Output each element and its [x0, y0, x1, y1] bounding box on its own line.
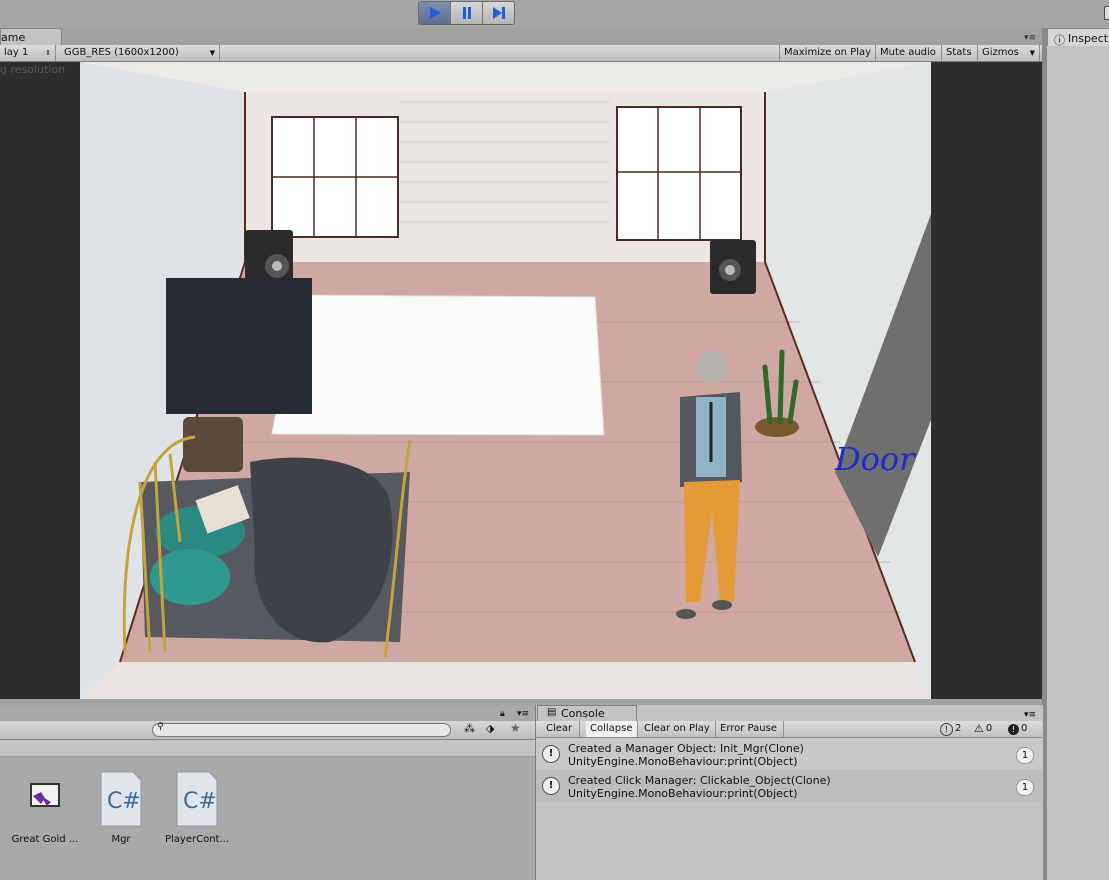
tab-console-label: Console — [561, 707, 605, 720]
filter-label-icon[interactable]: ⬗ — [486, 722, 494, 735]
console-log-entry[interactable]: ! Created a Manager Object: Init_Mgr(Clo… — [536, 738, 1042, 770]
log-message: Created Click Manager: Clickable_Object(… — [568, 774, 831, 787]
tab-game-label: ame — [1, 31, 26, 44]
filter-type-icon[interactable]: ⁂ — [464, 722, 475, 735]
chevron-down-icon: ▼ — [209, 49, 215, 57]
gizmos-dropdown[interactable]: Gizmos ▼ — [978, 45, 1040, 61]
svg-text:C#: C# — [183, 789, 217, 814]
window-corner-button[interactable] — [1104, 6, 1109, 20]
log-stacktrace: UnityEngine.MonoBehaviour:print(Object) — [568, 755, 798, 768]
game-scene[interactable]: Door — [80, 62, 931, 699]
log-count-toggle[interactable]: ! 2 — [940, 721, 961, 737]
favorite-star-icon[interactable]: ★ — [510, 721, 521, 735]
console-icon: ▤ — [547, 707, 557, 718]
speaker-right-icon — [710, 240, 756, 294]
asset-label: Great Gold ... — [11, 834, 79, 845]
warning-count: 0 — [985, 723, 993, 734]
display-dropdown[interactable]: lay 1 ⇕ — [0, 45, 56, 61]
clear-label: Clear — [546, 723, 573, 734]
viewport-hint: g resolution — [0, 63, 66, 76]
csharp-script-icon: C# — [176, 771, 218, 827]
error-count: 0 — [1021, 723, 1028, 734]
log-repeat-count: 1 — [1016, 747, 1034, 764]
log-message: Created a Manager Object: Init_Mgr(Clone… — [568, 742, 804, 755]
pause-icon — [462, 7, 471, 19]
speaker-left-icon — [245, 230, 293, 286]
resolution-dropdown[interactable]: GGB_RES (1600x1200) ▼ — [60, 45, 220, 61]
asset-label: PlayerCont... — [164, 834, 229, 845]
lock-icon[interactable]: 🔒︎ — [500, 709, 505, 719]
tab-game[interactable]: ame — [0, 28, 62, 46]
clear-on-play-label: Clear on Play — [644, 723, 710, 734]
mute-audio-toggle[interactable]: Mute audio — [876, 45, 942, 61]
maximize-label: Maximize on Play — [784, 47, 872, 58]
search-icon: ⚲ — [157, 722, 164, 732]
log-stacktrace: UnityEngine.MonoBehaviour:print(Object) — [568, 787, 798, 800]
warning-icon: ⚠ — [974, 722, 984, 735]
play-icon — [429, 7, 441, 19]
play-button[interactable] — [419, 2, 451, 24]
top-toolbar — [0, 0, 1109, 28]
error-icon: ! — [1008, 723, 1019, 735]
room-illustration — [80, 62, 931, 699]
search-input[interactable]: ⚲ — [152, 722, 451, 737]
console-toolbar: Clear Collapse Clear on Play Error Pause… — [536, 721, 1042, 738]
info-icon: ! — [542, 777, 560, 795]
resolution-label: GGB_RES (1600x1200) — [64, 47, 179, 58]
log-repeat-count: 1 — [1016, 779, 1034, 796]
stats-toggle[interactable]: Stats — [942, 45, 978, 61]
collapse-label: Collapse — [590, 723, 633, 734]
inspector-panel — [1047, 28, 1109, 880]
breadcrumb — [0, 740, 535, 757]
gizmos-label: Gizmos — [982, 47, 1019, 58]
updown-icon: ⇕ — [45, 49, 51, 57]
tab-inspector[interactable]: ⓘ Inspect — [1047, 28, 1109, 47]
warning-count-toggle[interactable]: ⚠ 0 — [974, 721, 992, 737]
console-log-entry[interactable]: ! Created Click Manager: Clickable_Objec… — [536, 770, 1042, 802]
clear-on-play-toggle[interactable]: Clear on Play — [640, 721, 716, 737]
door-label: Door — [835, 440, 915, 478]
step-icon — [492, 7, 505, 19]
log-count: 2 — [955, 723, 962, 734]
clear-button[interactable]: Clear — [542, 721, 580, 737]
error-pause-label: Error Pause — [720, 723, 777, 734]
error-pause-toggle[interactable]: Error Pause — [716, 721, 784, 737]
mute-label: Mute audio — [880, 47, 936, 58]
display-label: lay 1 — [4, 47, 29, 58]
tab-console[interactable]: ▤ Console — [537, 705, 637, 722]
play-controls — [418, 1, 515, 25]
pause-button[interactable] — [451, 2, 483, 24]
tab-menu-icon[interactable]: ▾≡ — [1024, 33, 1036, 43]
tab-inspector-label: Inspect — [1068, 32, 1109, 45]
visual-studio-solution-icon — [30, 783, 60, 807]
svg-text:C#: C# — [107, 789, 141, 814]
panel-menu-icon[interactable]: ▾≡ — [517, 709, 529, 719]
stats-label: Stats — [946, 47, 972, 58]
error-count-toggle[interactable]: ! 0 — [1008, 721, 1027, 737]
game-toolbar: lay 1 ⇕ GGB_RES (1600x1200) ▼ Maximize on … — [0, 45, 1042, 62]
asset-label: Mgr — [111, 834, 131, 845]
collapse-toggle[interactable]: Collapse — [586, 721, 638, 737]
info-icon: ⓘ — [1054, 34, 1065, 47]
chevron-down-icon: ▼ — [1029, 49, 1035, 57]
info-icon: ! — [940, 722, 953, 736]
csharp-script-icon: C# — [100, 771, 142, 827]
step-button[interactable] — [483, 2, 514, 24]
info-icon: ! — [542, 745, 560, 763]
panel-menu-icon[interactable]: ▾≡ — [1024, 710, 1036, 720]
maximize-on-play-toggle[interactable]: Maximize on Play — [779, 45, 876, 61]
